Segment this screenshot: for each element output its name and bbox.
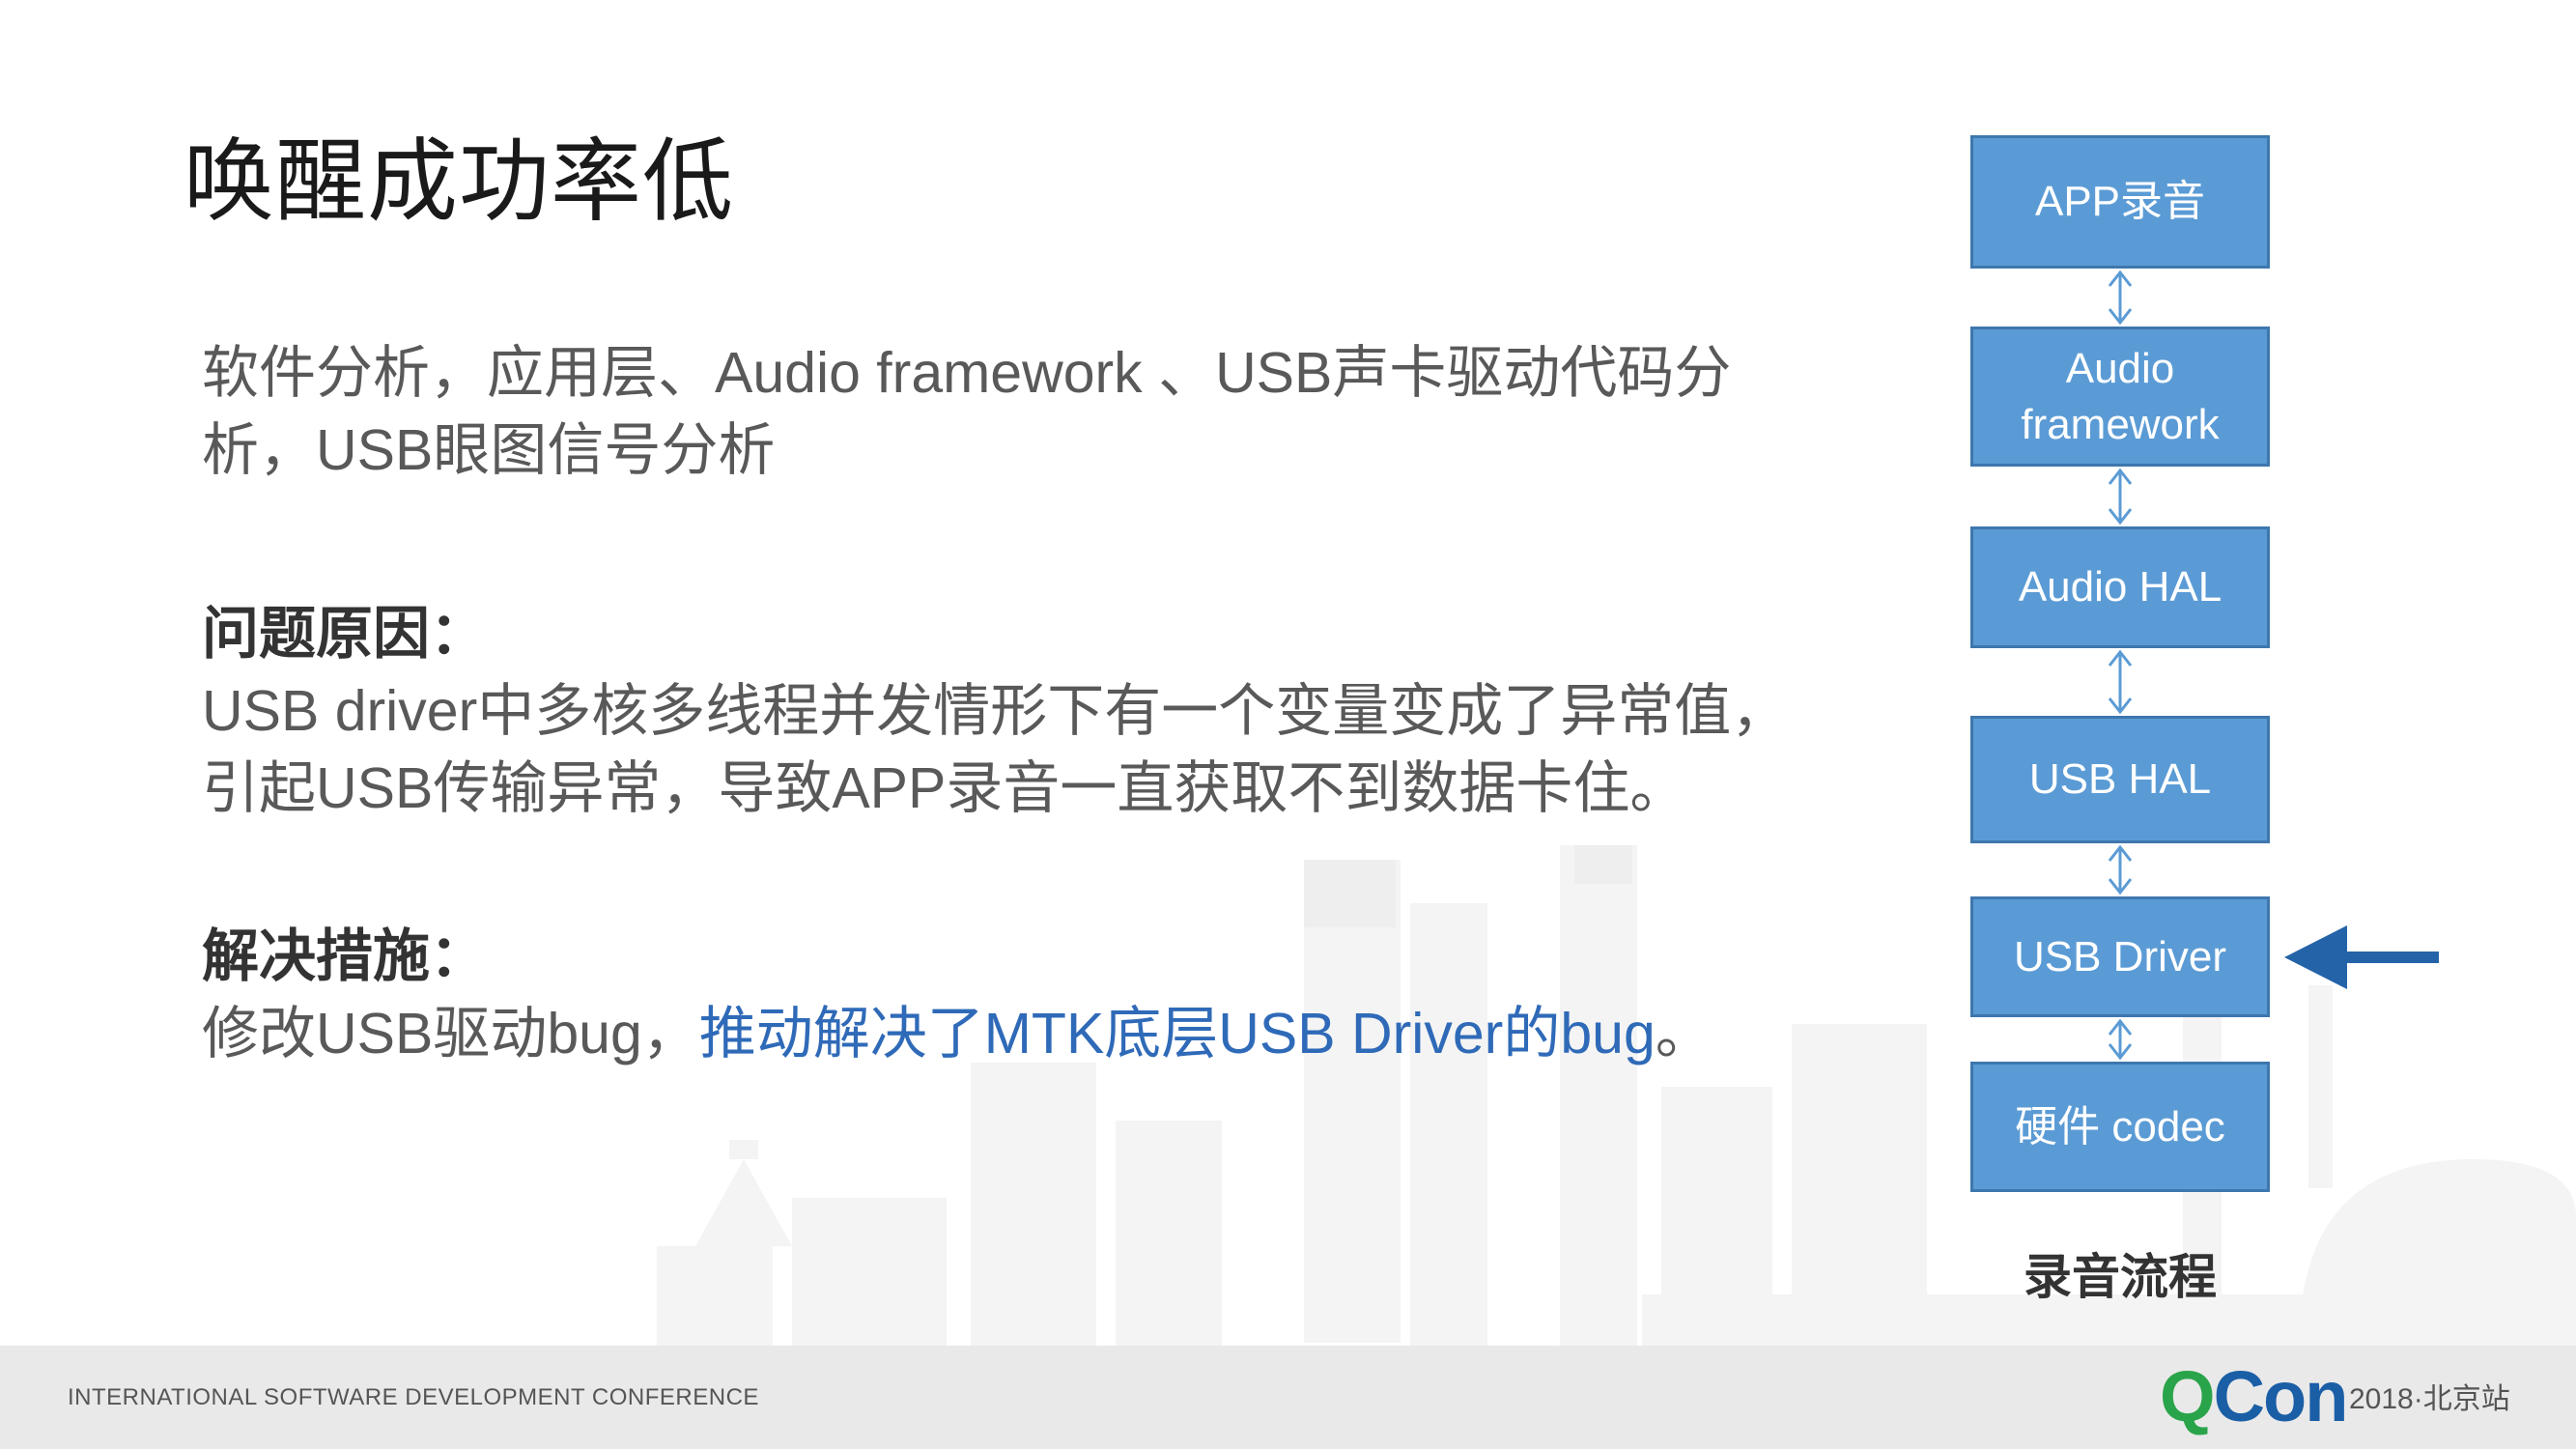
connector-arrow-1 (2108, 270, 2133, 326)
conference-name: INTERNATIONAL SOFTWARE DEVELOPMENT CONFE… (68, 1384, 759, 1410)
connector-arrow-2 (2108, 468, 2133, 526)
connector-arrow-4 (2108, 844, 2133, 895)
connector-arrow-5 (2108, 1018, 2133, 1061)
logo-rest: Con (2213, 1356, 2349, 1436)
pointer-arrow-icon (2284, 925, 2439, 989)
flow-connectors (2108, 270, 2439, 1061)
connector-arrow-3 (2108, 649, 2133, 715)
logo-q: Q (2160, 1356, 2216, 1436)
qcon-logo: QCon (2160, 1355, 2349, 1437)
edition-label: 2018·北京站 (2349, 1383, 2510, 1415)
